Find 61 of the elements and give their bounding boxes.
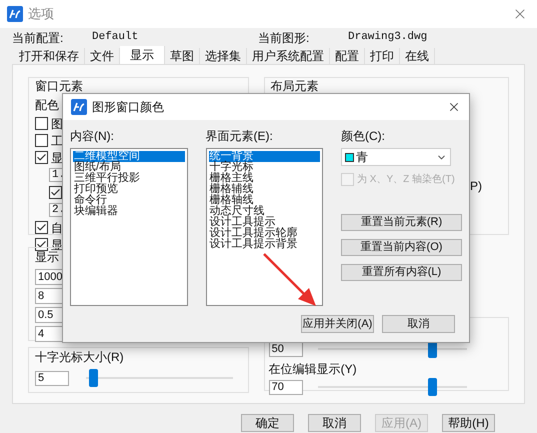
input-field[interactable]: 70 <box>268 380 303 394</box>
checkbox[interactable] <box>35 134 48 147</box>
list-item[interactable]: 栅格辅线 <box>208 184 320 195</box>
window-title: 选项 <box>28 5 54 24</box>
group-title: 布局元素 <box>270 78 320 95</box>
list-item[interactable]: 动态尺寸线 <box>208 206 320 217</box>
reset-button[interactable]: 重置所有内容(L) <box>341 264 462 281</box>
checkbox[interactable] <box>49 186 62 199</box>
slider[interactable] <box>86 369 233 387</box>
slider[interactable] <box>318 378 467 396</box>
drawing-label: 当前图形: <box>258 30 310 46</box>
scheme-label: 配色 <box>35 99 59 111</box>
list-item[interactable]: 栅格轴线 <box>208 195 320 206</box>
checkbox[interactable] <box>35 238 48 251</box>
drawing-value: Drawing3.dwg <box>348 30 428 46</box>
list-item[interactable]: 设计工具提示 <box>208 217 320 228</box>
slider-thumb[interactable] <box>428 378 438 396</box>
reset-button[interactable]: 重置当前元素(R) <box>341 214 462 231</box>
slider-thumb[interactable] <box>89 369 98 387</box>
tab[interactable]: 显示 <box>120 46 165 64</box>
list-item[interactable]: 图纸/布局 <box>73 162 184 173</box>
checkbox-label: 工 <box>51 132 63 150</box>
group-title: 十字光标大小(R) <box>35 349 125 366</box>
checkbox[interactable] <box>35 221 48 234</box>
dialog-button[interactable]: 帮助(H) <box>442 414 495 432</box>
list-item[interactable]: 打印预览 <box>73 184 184 195</box>
list-item[interactable]: 命令行 <box>73 195 184 206</box>
checkbox[interactable] <box>35 117 48 130</box>
group-title: 显示 <box>35 250 59 266</box>
checkbox-label: 为 X、Y、Z 轴染色(T) <box>357 172 455 187</box>
app-icon <box>71 99 87 115</box>
input-field[interactable]: 5 <box>35 370 69 386</box>
color-dropdown[interactable]: 青 <box>341 148 451 166</box>
dialog-title: 图形窗口颜色 <box>92 99 164 116</box>
dialog-button[interactable]: 应用并关闭(A) <box>301 315 374 333</box>
list-item[interactable]: 设计工具提示背景 <box>208 239 320 250</box>
checkbox-label: 图 <box>51 116 63 132</box>
list-item[interactable]: 设计工具提示轮廓 <box>208 228 320 239</box>
app-icon <box>7 6 23 22</box>
dialog-button[interactable]: 确定 <box>241 414 294 432</box>
dialog-button[interactable]: 取消 <box>308 414 361 432</box>
checkbox-label: 自 <box>51 220 63 236</box>
slider-label: 在位编辑显示(Y) <box>268 361 358 378</box>
dialog-button[interactable]: 取消 <box>382 315 455 333</box>
profile-label: 当前配置: <box>12 30 64 46</box>
pointer-arrow <box>262 252 318 308</box>
checkbox-label: 显 <box>51 150 63 166</box>
list-label: 内容(N): <box>70 128 115 145</box>
reset-button[interactable]: 重置当前内容(O) <box>341 239 462 256</box>
group-title: 窗口元素 <box>35 78 84 95</box>
list-item[interactable]: 三维平行投影 <box>73 173 184 184</box>
close-icon[interactable] <box>447 100 461 114</box>
list-item[interactable]: 块编辑器 <box>73 206 184 217</box>
list-label: 界面元素(E): <box>206 128 274 145</box>
list-item[interactable]: 栅格主线 <box>208 173 320 184</box>
list-item[interactable]: 十字光标 <box>208 162 320 173</box>
checkbox[interactable] <box>35 151 48 164</box>
color-label: 颜色(C): <box>341 128 386 145</box>
label-fragment: P) <box>470 178 482 195</box>
color-name: 青 <box>356 149 368 166</box>
profile-value: Default <box>92 30 140 46</box>
